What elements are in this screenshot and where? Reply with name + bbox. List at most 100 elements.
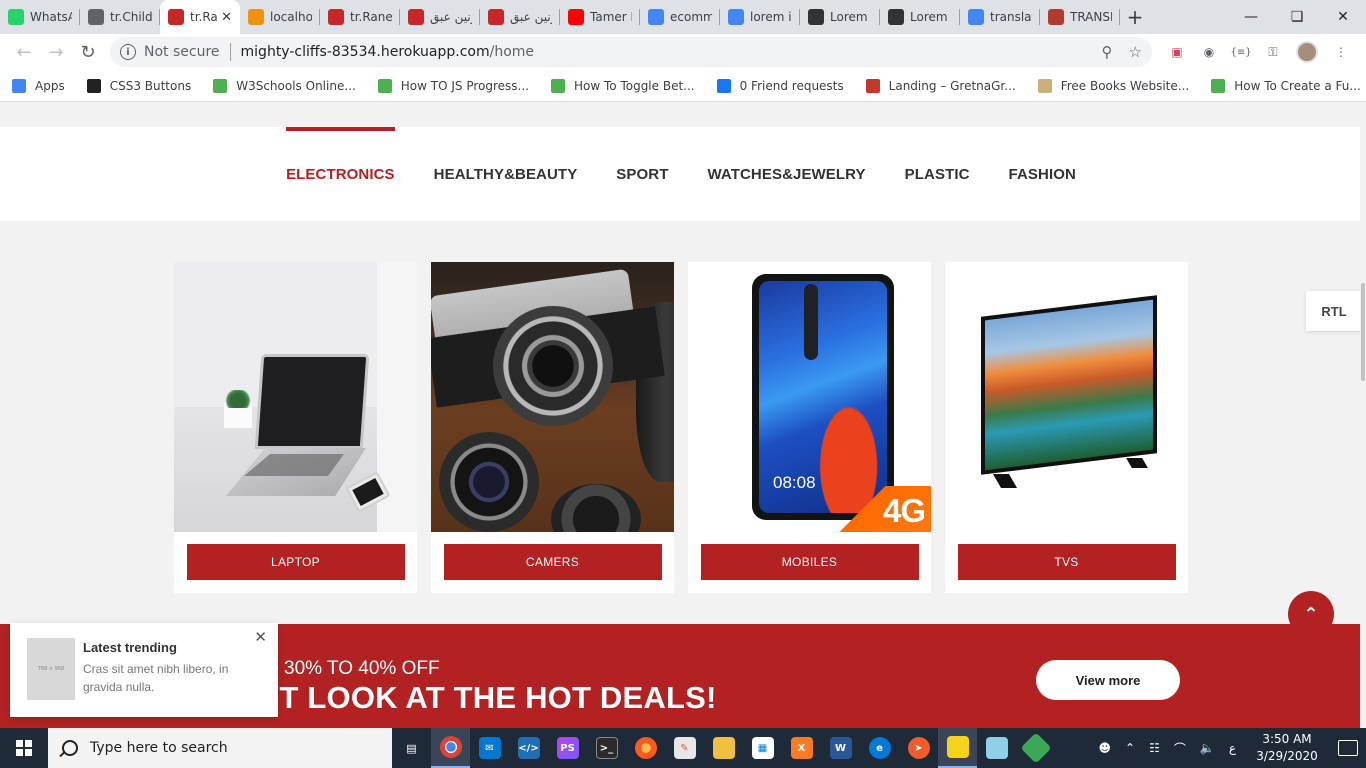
category-tab-watches-jewelry[interactable]: WATCHES&JEWELRY [707,127,865,221]
close-icon[interactable]: ✕ [254,628,267,646]
category-tab-electronics[interactable]: ELECTRONICS [286,127,395,221]
mobiles-button[interactable]: MOBILES [700,544,919,580]
chrome-app-icon[interactable] [431,728,470,768]
browser-tab[interactable]: localho [240,0,320,34]
git-app-icon[interactable] [1016,728,1055,768]
taskbar-search[interactable]: Type here to search [48,728,392,768]
terminal-app-icon[interactable]: >_ [587,728,626,768]
arabic-logo-icon [168,9,184,25]
paint-app-icon[interactable]: ✎ [665,728,704,768]
bookmark-item[interactable]: Free Books Website... [1037,78,1189,93]
browser-tab[interactable]: WhatsA [0,0,80,34]
back-button[interactable]: ← [8,36,40,68]
scrollbar-thumb[interactable] [1361,283,1365,381]
tray-chevron-icon[interactable]: ⌃ [1125,741,1135,755]
category-tab-sport[interactable]: SPORT [616,127,668,221]
info-icon[interactable]: i [120,44,136,60]
arabic-logo-icon [328,9,344,25]
file-explorer-icon[interactable] [704,728,743,768]
pocket-extension-icon[interactable]: ▣ [1168,43,1186,61]
network-icon[interactable]: ☷ [1149,741,1160,755]
mobile-image: 08:08 4G [688,262,931,532]
browser-tab[interactable]: Lorem I [800,0,880,34]
vscode-app-icon[interactable]: </> [509,728,548,768]
browser-tab[interactable]: رنين عبق [480,0,560,34]
bookmark-label: CSS3 Buttons [109,78,192,93]
edge-app-icon[interactable]: e [860,728,899,768]
view-more-button[interactable]: View more [1036,660,1180,700]
close-tab-icon[interactable]: ✕ [221,10,232,25]
close-window-button[interactable]: ✕ [1320,0,1366,34]
search-icon [62,740,78,756]
sticky-notes-icon[interactable] [938,728,977,768]
browser-tab[interactable]: lorem ip [720,0,800,34]
mail-app-icon[interactable]: ✉ [470,728,509,768]
browser-tab[interactable]: TRANSL [1040,0,1120,34]
w3schools-icon [213,78,228,93]
clock[interactable]: 3:50 AM 3/29/2020 [1250,731,1324,765]
minimize-button[interactable]: — [1228,0,1274,34]
bookmark-item[interactable]: W3Schools Online... [213,78,356,93]
shield-crest-icon [1048,9,1064,25]
cameras-button[interactable]: CAMERS [443,544,662,580]
store-app-icon[interactable]: ▦ [743,728,782,768]
category-tab-healthy-beauty[interactable]: HEALTHY&BEAUTY [434,127,578,221]
notifications-icon[interactable] [1338,740,1358,756]
bookmark-star-icon[interactable]: ☆ [1129,43,1142,61]
address-bar[interactable]: i Not secure mighty-cliffs-83534.herokua… [110,37,1152,67]
tvs-button[interactable]: TVS [957,544,1176,580]
laptop-button[interactable]: LAPTOP [186,544,405,580]
page-scrollbar[interactable] [1360,103,1366,728]
browser-tab[interactable]: Tamer H [560,0,640,34]
browser-tab[interactable]: tr.Ra ✕ [160,0,240,34]
bookmark-item[interactable]: 0 Friend requests [716,78,844,93]
rtl-toggle-button[interactable]: RTL [1306,291,1362,331]
product-card-cameras[interactable]: CAMERS [431,262,674,593]
start-button[interactable] [0,728,48,768]
omnibox-actions: ⚲ ☆ [1102,43,1142,61]
bookmark-item[interactable]: CSS3 Buttons [86,78,192,93]
category-tab-fashion[interactable]: FASHION [1009,127,1076,221]
browser-tab[interactable]: Lorem I [880,0,960,34]
forward-button[interactable]: → [40,36,72,68]
trending-text: Cras sit amet nibh libero, in gravida nu… [83,662,229,694]
camera-extension-icon[interactable]: ◉ [1200,43,1218,61]
browser-tab[interactable]: tr.Ranee [320,0,400,34]
reload-button[interactable]: ↻ [72,36,104,68]
bookmark-item[interactable]: Landing – GretnaGr... [865,78,1016,93]
browser-toolbar: ← → ↻ i Not secure mighty-cliffs-83534.h… [0,34,1366,70]
bookmark-item[interactable]: How TO JS Progress... [377,78,529,93]
browser-tab[interactable]: ecomm [640,0,720,34]
product-card-laptop[interactable]: LAPTOP [174,262,417,593]
product-card-mobiles[interactable]: 08:08 4G MOBILES [688,262,931,593]
browser-tab[interactable]: tr.Child [80,0,160,34]
profile-avatar[interactable] [1296,41,1318,63]
bookmark-item[interactable]: Apps [12,78,65,93]
category-tab-plastic[interactable]: PLASTIC [905,127,970,221]
word-app-icon[interactable]: W [821,728,860,768]
new-tab-button[interactable]: + [1120,0,1150,34]
json-extension-icon[interactable]: {≡} [1230,43,1251,61]
xampp-app-icon[interactable]: X [782,728,821,768]
zoom-icon[interactable]: ⚲ [1102,43,1113,61]
scroll-to-top-button[interactable]: ⌃ [1288,591,1334,637]
language-indicator[interactable]: ع [1229,741,1236,755]
notepad-app-icon[interactable] [977,728,1016,768]
people-icon[interactable]: ☻ [1099,741,1112,755]
browser-tab[interactable]: translat [960,0,1040,34]
window-controls: — ❏ ✕ [1228,0,1366,34]
tab-title: Lorem I [830,10,872,24]
wifi-icon[interactable]: ⌒ [1174,740,1186,757]
bookmark-item[interactable]: How To Toggle Bet... [551,78,695,93]
restore-button[interactable]: ❏ [1274,0,1320,34]
firefox-app-icon[interactable] [626,728,665,768]
menu-kebab-icon[interactable]: ⋮ [1332,43,1350,61]
volume-icon[interactable]: 🔈 [1200,741,1215,755]
compass-app-icon[interactable]: ➤ [899,728,938,768]
key-icon[interactable]: ⚿ [1264,43,1282,61]
task-view-icon[interactable]: ▤ [392,728,431,768]
browser-tab[interactable]: رنين عبق [400,0,480,34]
phpstorm-app-icon[interactable]: PS [548,728,587,768]
bookmark-item[interactable]: How To Create a Fu... [1211,78,1361,93]
product-card-tvs[interactable]: TVS [945,262,1188,593]
